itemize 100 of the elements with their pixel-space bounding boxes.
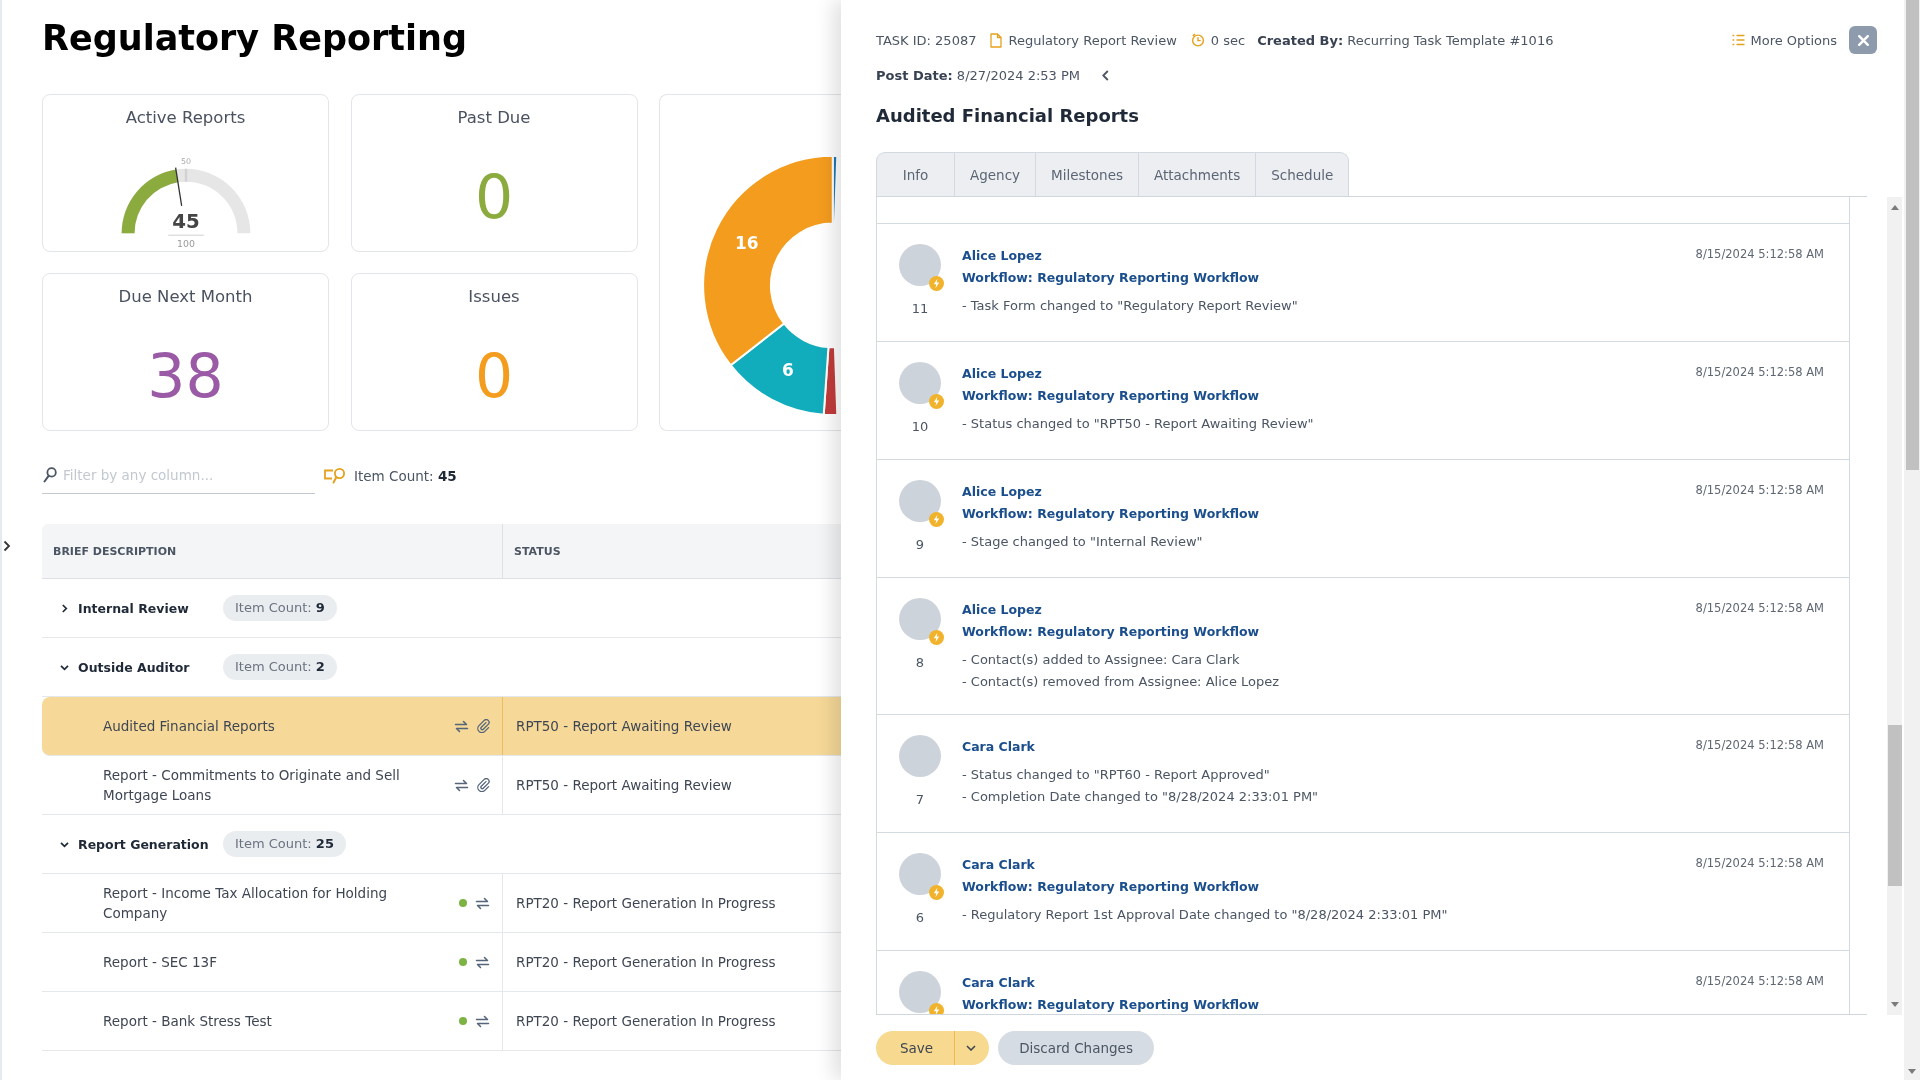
tab[interactable]: Info <box>877 153 954 196</box>
change-text: - Stage changed to "Internal Review" <box>962 534 1203 549</box>
task-status: RPT20 - Report Generation In Progress <box>516 1013 776 1029</box>
task-description: Report - SEC 13F <box>103 953 218 972</box>
close-icon <box>1857 34 1869 46</box>
list-icon <box>1732 34 1746 46</box>
post-date: Post Date: 8/27/2024 2:53 PM <box>876 67 1081 83</box>
avatar-placeholder <box>899 853 941 895</box>
more-options-button[interactable]: More Options <box>1732 32 1837 48</box>
caret-icon <box>965 1045 976 1051</box>
avatar-placeholder <box>899 244 941 286</box>
task-status: RPT50 - Report Awaiting Review <box>516 777 732 793</box>
entry-number: 9 <box>914 536 926 554</box>
scrollbar-thumb[interactable] <box>1905 0 1919 470</box>
gauge-max-label: 100 <box>176 238 195 250</box>
chevron-left-icon[interactable] <box>1102 69 1110 81</box>
workflow-link[interactable]: Workflow: Regulatory Reporting Workflow <box>962 270 1260 285</box>
workflow-link[interactable]: Workflow: Regulatory Reporting Workflow <box>962 506 1260 521</box>
card-title: Issues <box>468 286 520 308</box>
tab[interactable]: Agency <box>954 153 1036 196</box>
column-header: BRIEF DESCRIPTION <box>42 524 503 578</box>
table-row[interactable]: Report - Bank Stress Test RPT20 - Report Generation In Progress <box>42 992 841 1051</box>
scrollbar-thumb[interactable] <box>1887 725 1902 886</box>
table-row[interactable]: Report - Commitments to Originate and Sell Mortgage Loans RPT50 - Report Awaiting Review <box>42 756 841 815</box>
entry-number: 10 <box>910 418 930 436</box>
filter-field[interactable]: Filter by any column... <box>42 457 315 494</box>
column-header: STATUS <box>513 543 562 560</box>
task-description: Report - Commitments to Originate and Sell Mortgage Loans <box>103 766 401 805</box>
task-status: RPT50 - Report Awaiting Review <box>516 718 732 734</box>
chevron-right-icon[interactable] <box>3 540 11 552</box>
scrollbar[interactable] <box>1887 197 1902 1015</box>
scroll-down-icon[interactable] <box>1908 1069 1916 1074</box>
task-description: Report - Income Tax Allocation for Holding Company <box>103 884 389 923</box>
user-link[interactable]: Cara Clark <box>962 739 1035 754</box>
gauge-value: 45 <box>171 210 200 234</box>
change-text: - Contact(s) removed from Assignee: Alice Lopez <box>962 674 1280 689</box>
scroll-up-icon[interactable] <box>1890 205 1899 210</box>
card-title: Past Due <box>457 107 531 129</box>
group-name: Outside Auditor <box>78 659 191 675</box>
avatar-placeholder <box>899 362 941 404</box>
table-row[interactable]: Audited Financial Reports RPT50 - Report Awaiting Review <box>42 697 841 756</box>
stat-value: 0 <box>474 341 514 411</box>
avatar-placeholder <box>899 598 941 640</box>
task-description: Report - Bank Stress Test <box>103 1012 273 1031</box>
entry-number: 8 <box>914 654 926 672</box>
search-icon <box>43 467 57 483</box>
task-id: TASK ID: 25087 <box>876 32 977 48</box>
chevron-down-icon[interactable] <box>60 839 69 849</box>
gauge-tick-label: 50 <box>180 156 191 166</box>
entry-number: 6 <box>914 909 926 927</box>
slice-label: 16 <box>734 233 759 254</box>
item-count-badge: Item Count: 9 <box>223 595 337 621</box>
duration: 0 sec <box>1210 32 1246 48</box>
workflow-link[interactable]: Workflow: Regulatory Reporting Workflow <box>962 388 1260 403</box>
change-text: - Task Form changed to "Regulatory Report Review" <box>962 298 1298 313</box>
change-text: - Status changed to "RPT50 - Report Awaiting Review" <box>962 416 1314 431</box>
avatar-placeholder <box>899 480 941 522</box>
task-description: Audited Financial Reports <box>103 717 276 736</box>
card-title: Due Next Month <box>118 286 253 308</box>
entry-number: 7 <box>914 791 926 809</box>
timestamp: 8/15/2024 5:12:58 AM <box>1695 364 1824 381</box>
close-button[interactable] <box>1849 26 1877 54</box>
save-menu-button[interactable] <box>954 1031 990 1065</box>
document-icon <box>990 32 1003 48</box>
task-status: RPT20 - Report Generation In Progress <box>516 895 776 911</box>
stat-value: 0 <box>474 162 514 232</box>
user-link[interactable]: Alice Lopez <box>962 484 1042 499</box>
stat-value: 38 <box>147 341 224 411</box>
user-link[interactable]: Alice Lopez <box>962 366 1042 381</box>
timestamp: 8/15/2024 5:12:58 AM <box>1695 737 1824 754</box>
user-link[interactable]: Alice Lopez <box>962 602 1042 617</box>
workflow-link[interactable]: Workflow: Regulatory Reporting Workflow <box>962 624 1260 639</box>
table-row[interactable]: Report - SEC 13F RPT20 - Report Generation In Progress <box>42 933 841 992</box>
change-text: - Completion Date changed to "8/28/2024 2:33:01 PM" <box>962 789 1319 804</box>
discard-button[interactable]: Discard Changes <box>998 1031 1154 1065</box>
page-title: Regulatory Reporting <box>42 17 468 60</box>
user-link[interactable]: Cara Clark <box>962 857 1035 872</box>
scroll-down-icon[interactable] <box>1890 1002 1899 1007</box>
task-status: RPT20 - Report Generation In Progress <box>516 954 776 970</box>
tab[interactable]: Milestones <box>1035 153 1138 196</box>
timestamp: 8/15/2024 5:12:58 AM <box>1695 482 1824 499</box>
workflow-link[interactable]: Workflow: Regulatory Reporting Workflow <box>962 879 1260 894</box>
table-row[interactable]: Report - Income Tax Allocation for Holding Company RPT20 - Report Generation In Progress <box>42 874 841 933</box>
entry-number: 11 <box>910 300 930 318</box>
group-name: Internal Review <box>78 600 190 616</box>
group-name: Report Generation <box>78 836 210 852</box>
card-title: Active Reports <box>125 107 246 129</box>
workflow-link[interactable]: Workflow: Regulatory Reporting Workflow <box>962 997 1260 1012</box>
chevron-right-icon[interactable] <box>60 603 69 613</box>
timestamp: 8/15/2024 5:12:58 AM <box>1695 855 1824 872</box>
user-link[interactable]: Alice Lopez <box>962 248 1042 263</box>
chevron-down-icon[interactable] <box>60 662 69 672</box>
user-link[interactable]: Cara Clark <box>962 975 1035 990</box>
task-title: Audited Financial Reports <box>876 104 1139 128</box>
save-button[interactable]: Save <box>876 1031 955 1065</box>
item-count: Item Count: 45 <box>354 467 457 484</box>
form-name: Regulatory Report Review <box>1008 32 1177 48</box>
tab[interactable]: Schedule <box>1255 153 1349 196</box>
tab[interactable]: Attachments <box>1138 153 1256 196</box>
scrollbar[interactable] <box>1904 0 1920 1080</box>
